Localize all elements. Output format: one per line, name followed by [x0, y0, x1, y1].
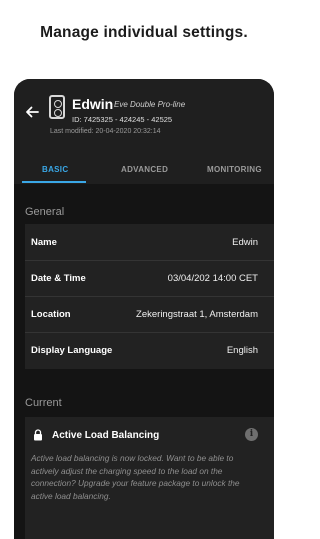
- setting-value: Zekeringstraat 1, Amsterdam: [136, 309, 258, 320]
- setting-value: English: [226, 345, 258, 356]
- setting-row-location[interactable]: Location Zekeringstraat 1, Amsterdam: [25, 296, 274, 333]
- setting-label: Location: [31, 309, 71, 320]
- setting-value: Edwin: [232, 237, 258, 248]
- last-modified: Last modified: 20-04-2020 20:32:14: [50, 128, 161, 135]
- setting-label: Date & Time: [31, 273, 86, 284]
- setting-label: Display Language: [31, 345, 113, 356]
- active-load-balancing-description: Active load balancing is now locked. Wan…: [31, 453, 240, 501]
- device-ids: ID: 7425325 - 424245 - 42525: [72, 115, 173, 124]
- setting-value: 03/04/202 14:00 CET: [167, 273, 258, 284]
- info-icon[interactable]: i: [245, 428, 258, 441]
- setting-label: Name: [31, 237, 57, 248]
- device-title: Edwin: [72, 96, 114, 112]
- active-load-balancing-title: Active Load Balancing: [52, 430, 160, 441]
- active-tab-indicator: [22, 181, 86, 183]
- back-arrow-icon[interactable]: [24, 104, 40, 120]
- tab-advanced[interactable]: ADVANCED: [121, 165, 168, 174]
- phone-screen: Edwin Eve Double Pro-line ID: 7425325 - …: [14, 79, 274, 539]
- tab-bar: BASIC ADVANCED MONITORING: [14, 154, 274, 185]
- tab-basic[interactable]: BASIC: [42, 165, 68, 174]
- active-load-balancing-card: Active Load Balancing i Active load bala…: [25, 417, 274, 539]
- setting-row-display-language[interactable]: Display Language English: [25, 332, 274, 368]
- setting-row-date-time[interactable]: Date & Time 03/04/202 14:00 CET: [25, 260, 274, 297]
- general-settings-card: Name Edwin Date & Time 03/04/202 14:00 C…: [25, 224, 274, 369]
- app-header: Edwin Eve Double Pro-line ID: 7425325 - …: [14, 79, 274, 149]
- section-current-label: Current: [25, 397, 62, 409]
- settings-content: General Name Edwin Date & Time 03/04/202…: [14, 184, 274, 539]
- charger-device-icon: [49, 95, 65, 119]
- screenshot-caption: Manage individual settings.: [40, 24, 248, 41]
- device-model: Eve Double Pro-line: [114, 100, 186, 109]
- section-general-label: General: [25, 206, 65, 218]
- lock-icon: [34, 429, 42, 441]
- setting-row-name[interactable]: Name Edwin: [25, 224, 274, 261]
- tab-monitoring[interactable]: MONITORING: [207, 165, 262, 174]
